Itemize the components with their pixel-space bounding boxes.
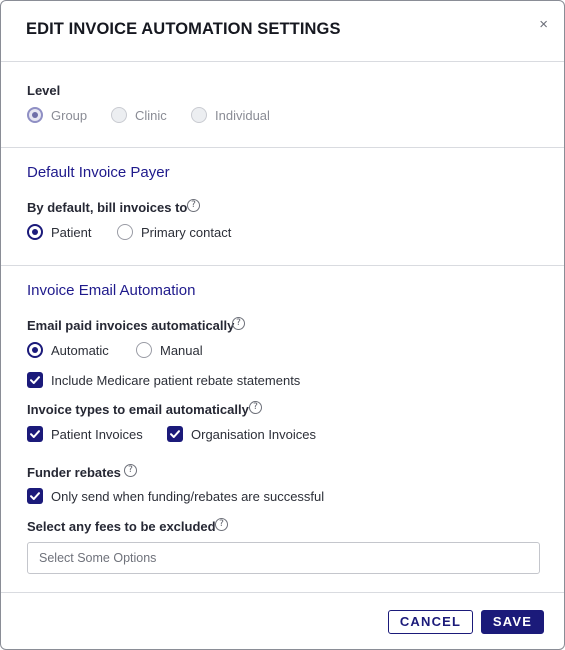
medicare-rebate-checkbox[interactable] bbox=[27, 372, 43, 388]
radio-clinic[interactable] bbox=[111, 107, 127, 123]
cancel-button[interactable]: CANCEL bbox=[388, 610, 473, 634]
funder-success-checkbox[interactable] bbox=[27, 488, 43, 504]
email-automation-section: Invoice Email Automation Email paid invo… bbox=[1, 266, 564, 593]
level-option-individual[interactable]: Individual bbox=[191, 107, 291, 125]
bill-invoices-label: By default, bill invoices to bbox=[27, 200, 188, 215]
dialog-header: EDIT INVOICE AUTOMATION SETTINGS × bbox=[1, 1, 564, 62]
save-button[interactable]: SAVE bbox=[481, 610, 544, 634]
email-option-label: Automatic bbox=[51, 343, 109, 358]
default-payer-section: Default Invoice Payer By default, bill i… bbox=[1, 148, 564, 266]
funder-success-checkbox-row[interactable]: Only send when funding/rebates are succe… bbox=[27, 488, 337, 506]
email-option-manual[interactable]: Manual bbox=[136, 342, 216, 360]
funder-rebates-label: Funder rebates bbox=[27, 465, 121, 480]
checkmark-icon bbox=[30, 430, 40, 438]
checkbox-label: Include Medicare patient rebate statemen… bbox=[51, 373, 301, 388]
payer-option-patient[interactable]: Patient bbox=[27, 224, 107, 242]
payer-option-label: Primary contact bbox=[141, 225, 232, 240]
email-option-automatic[interactable]: Automatic bbox=[27, 342, 122, 360]
help-icon[interactable]: ? bbox=[249, 401, 262, 414]
radio-individual[interactable] bbox=[191, 107, 207, 123]
close-icon[interactable]: × bbox=[539, 15, 548, 35]
level-option-label: Individual bbox=[215, 108, 270, 123]
dialog-title: EDIT INVOICE AUTOMATION SETTINGS bbox=[26, 20, 341, 38]
level-option-label: Group bbox=[51, 108, 88, 123]
patient-invoices-checkbox[interactable] bbox=[27, 426, 43, 442]
help-icon[interactable]: ? bbox=[187, 199, 200, 212]
level-option-label: Clinic bbox=[135, 108, 167, 123]
radio-patient[interactable] bbox=[27, 224, 43, 240]
organisation-invoices-checkbox-row[interactable]: Organisation Invoices bbox=[167, 426, 327, 444]
help-icon[interactable]: ? bbox=[215, 518, 228, 531]
checkbox-label: Organisation Invoices bbox=[191, 427, 317, 442]
payer-option-label: Patient bbox=[51, 225, 92, 240]
medicare-rebate-checkbox-row[interactable]: Include Medicare patient rebate statemen… bbox=[27, 372, 317, 390]
checkbox-label: Only send when funding/rebates are succe… bbox=[51, 489, 325, 504]
level-section: Level Group Clinic Individual bbox=[1, 62, 564, 148]
excluded-fees-label: Select any fees to be excluded bbox=[27, 519, 216, 534]
patient-invoices-checkbox-row[interactable]: Patient Invoices bbox=[27, 426, 152, 444]
section-title: Default Invoice Payer bbox=[27, 164, 170, 181]
select-placeholder: Select Some Options bbox=[39, 551, 157, 565]
help-icon[interactable]: ? bbox=[124, 464, 137, 477]
checkbox-label: Patient Invoices bbox=[51, 427, 143, 442]
radio-group[interactable] bbox=[27, 107, 43, 123]
radio-primary-contact[interactable] bbox=[117, 224, 133, 240]
level-label: Level bbox=[27, 83, 61, 98]
level-option-group[interactable]: Group bbox=[27, 107, 107, 125]
payer-option-primary-contact[interactable]: Primary contact bbox=[117, 224, 247, 242]
checkmark-icon bbox=[30, 376, 40, 384]
excluded-fees-select[interactable]: Select Some Options bbox=[27, 542, 540, 574]
section-title: Invoice Email Automation bbox=[27, 282, 196, 299]
organisation-invoices-checkbox[interactable] bbox=[167, 426, 183, 442]
radio-automatic[interactable] bbox=[27, 342, 43, 358]
help-icon[interactable]: ? bbox=[232, 317, 245, 330]
edit-invoice-automation-dialog: EDIT INVOICE AUTOMATION SETTINGS × Level… bbox=[0, 0, 565, 650]
email-option-label: Manual bbox=[160, 343, 203, 358]
level-option-clinic[interactable]: Clinic bbox=[111, 107, 191, 125]
invoice-types-label: Invoice types to email automatically bbox=[27, 402, 249, 417]
checkmark-icon bbox=[170, 430, 180, 438]
email-paid-label: Email paid invoices automatically bbox=[27, 318, 235, 333]
radio-manual[interactable] bbox=[136, 342, 152, 358]
checkmark-icon bbox=[30, 492, 40, 500]
